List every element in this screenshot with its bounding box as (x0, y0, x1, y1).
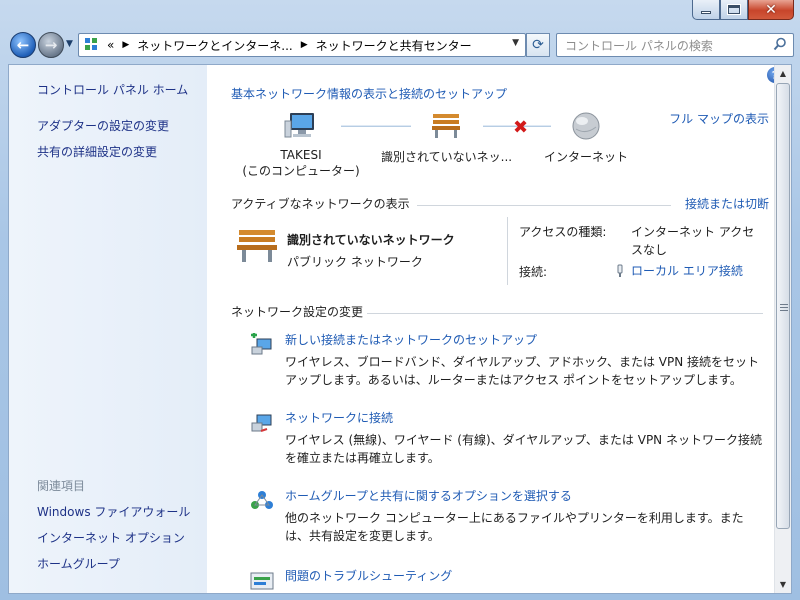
back-button[interactable]: ← (10, 32, 36, 58)
sidebar-link-advanced-sharing[interactable]: 共有の詳細設定の変更 (37, 143, 157, 160)
navigation-bar: ← → ▼ « ▶ ネットワークとインターネ... ▶ ネットワークと共有センタ… (8, 30, 794, 60)
active-network-type[interactable]: パブリック ネットワーク (287, 253, 423, 270)
forward-button[interactable]: → (38, 32, 64, 58)
close-button[interactable]: ✕ (748, 0, 794, 20)
computer-sub: (このコンピューター) (242, 164, 360, 178)
breadcrumb-item-network-internet[interactable]: ネットワークとインターネ... (137, 37, 292, 54)
search-placeholder: コントロール パネルの検索 (565, 38, 713, 53)
chevron-right-icon[interactable]: ▶ (301, 40, 308, 50)
bench-icon (237, 230, 277, 262)
ethernet-plug-icon (617, 264, 623, 277)
window-frame: ✕ ← → ▼ « ▶ ネットワークとインターネ... ▶ ネットワークと共有セ… (0, 0, 800, 600)
sidebar-link-adapter-settings[interactable]: アダプターの設定の変更 (37, 117, 169, 134)
sidebar: コントロール パネル ホーム アダプターの設定の変更 共有の詳細設定の変更 関連… (9, 65, 207, 593)
divider (367, 313, 763, 314)
recent-pages-dropdown[interactable]: ▼ (66, 39, 73, 49)
close-icon: ✕ (765, 1, 777, 18)
active-network-name: 識別されていないネットワーク (287, 233, 455, 247)
local-area-connection-link[interactable]: ローカル エリア接続 (615, 262, 743, 279)
connection-label: 接続: (519, 265, 548, 279)
task-link-new-connection[interactable]: 新しい接続またはネットワークのセットアップ (285, 331, 537, 348)
caption-buttons: ✕ (692, 0, 794, 20)
forward-arrow-icon: → (44, 36, 58, 54)
page-title: 基本ネットワーク情報の表示と接続のセットアップ (231, 87, 508, 101)
divider (417, 205, 671, 206)
maximize-icon (727, 4, 741, 15)
network-name: 識別されていないネッ... (381, 150, 513, 164)
sidebar-link-windows-firewall[interactable]: Windows ファイアウォール (37, 503, 190, 520)
search-input[interactable]: コントロール パネルの検索 (556, 33, 794, 57)
task-link-homegroup-sharing[interactable]: ホームグループと共有に関するオプションを選択する (285, 487, 572, 504)
no-connection-icon: ✖ (513, 117, 529, 138)
address-bar[interactable]: « ▶ ネットワークとインターネ... ▶ ネットワークと共有センター ▼ (78, 33, 526, 57)
maximize-button[interactable] (720, 0, 748, 20)
new-connection-icon (251, 333, 272, 355)
grip-icon (780, 304, 788, 311)
task-desc: ワイヤレス、ブロードバンド、ダイヤルアップ、アドホック、または VPN 接続をセ… (285, 355, 760, 387)
bench-icon (432, 114, 460, 138)
access-type-value: インターネット アクセ (631, 225, 755, 239)
globe-icon (572, 112, 600, 140)
chevron-down-icon[interactable]: ▼ (512, 38, 519, 48)
full-map-link[interactable]: フル マップの表示 (669, 110, 769, 127)
breadcrumb: « ▶ ネットワークとインターネ... ▶ ネットワークと共有センター (107, 37, 472, 54)
chevron-right-icon[interactable]: ▶ (122, 40, 129, 50)
minimize-button[interactable] (692, 0, 720, 20)
access-type-value-cont: スなし (631, 243, 668, 257)
network-map: TAKESI (このコンピューター) 識別されていないネッ... ✖ インターネ… (231, 105, 651, 185)
computer-name: TAKESI (280, 148, 322, 162)
scroll-up-icon[interactable]: ▲ (775, 65, 791, 82)
sidebar-link-internet-options[interactable]: インターネット オプション (37, 529, 185, 546)
sidebar-link-homegroup[interactable]: ホームグループ (37, 555, 120, 572)
task-desc: ワイヤレス (無線)、ワイヤード (有線)、ダイヤルアップ、または VPN ネッ… (285, 433, 762, 465)
back-arrow-icon: ← (16, 36, 30, 54)
refresh-icon: ⟳ (532, 37, 544, 53)
map-node-internet[interactable]: インターネット (531, 111, 641, 165)
related-items-header: 関連項目 (37, 479, 86, 493)
computer-icon (284, 113, 314, 138)
active-network-card: 識別されていないネットワーク パブリック ネットワーク (231, 225, 491, 275)
vertical-scrollbar[interactable]: ▲ ▼ (774, 65, 791, 593)
connect-disconnect-link[interactable]: 接続または切断 (685, 195, 769, 212)
connect-network-icon (251, 414, 272, 432)
sidebar-link-control-panel-home[interactable]: コントロール パネル ホーム (37, 81, 188, 98)
scroll-down-icon[interactable]: ▼ (775, 576, 791, 593)
refresh-button[interactable]: ⟳ (526, 33, 550, 57)
homegroup-icon (251, 491, 273, 509)
search-icon (773, 37, 786, 51)
map-node-computer[interactable]: TAKESI (このコンピューター) (231, 111, 371, 179)
internet-label: インターネット (543, 150, 628, 164)
client-area: コントロール パネル ホーム アダプターの設定の変更 共有の詳細設定の変更 関連… (8, 64, 792, 594)
map-node-network[interactable]: 識別されていないネッ... (381, 111, 513, 165)
breadcrumb-overflow[interactable]: « (107, 38, 114, 52)
task-desc: 他のネットワーク コンピューター上にあるファイルやプリンターを利用します。または… (285, 511, 744, 543)
access-type-label: アクセスの種類: (519, 225, 607, 239)
task-link-connect-network[interactable]: ネットワークに接続 (285, 409, 393, 426)
divider (507, 217, 508, 285)
scrollbar-thumb[interactable] (776, 83, 790, 529)
change-settings-header: ネットワーク設定の変更 (231, 305, 364, 319)
task-link-troubleshoot[interactable]: 問題のトラブルシューティング (285, 567, 452, 584)
breadcrumb-item-sharing-center[interactable]: ネットワークと共有センター (316, 37, 472, 54)
active-networks-header: アクティブなネットワークの表示 (231, 197, 410, 211)
main-content: ? 基本ネットワーク情報の表示と接続のセットアップ フル マップの表示 TAKE… (207, 65, 783, 593)
minimize-icon (701, 11, 711, 14)
network-center-icon (85, 38, 99, 52)
local-area-connection-label: ローカル エリア接続 (631, 264, 743, 278)
troubleshoot-icon (250, 572, 274, 590)
